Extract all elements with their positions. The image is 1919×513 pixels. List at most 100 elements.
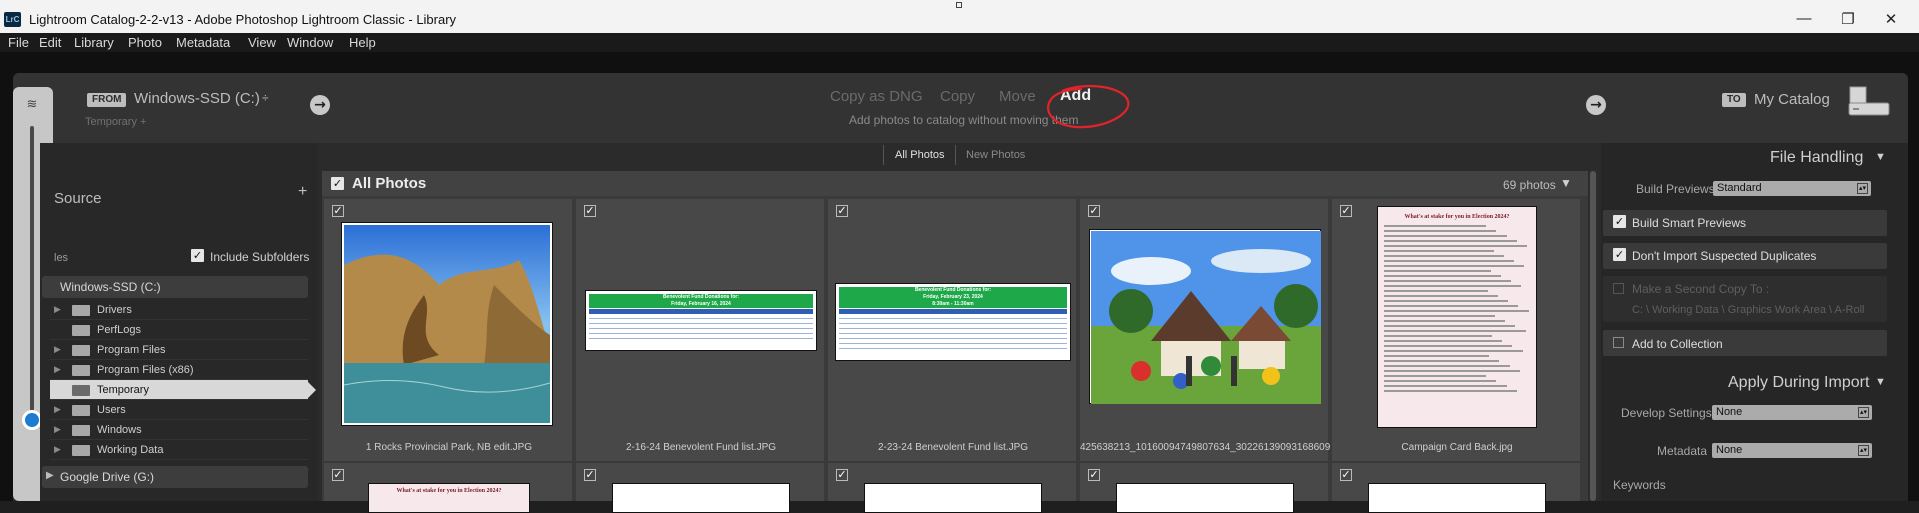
- tab-all-photos[interactable]: All Photos: [895, 149, 945, 161]
- menu-view[interactable]: View: [248, 35, 276, 50]
- photo-include-checkbox[interactable]: ✓: [332, 469, 344, 481]
- photo-thumbnail[interactable]: [612, 483, 790, 513]
- include-subfolders-label[interactable]: Include Subfolders: [210, 250, 309, 264]
- source-volume-caret[interactable]: ÷: [262, 91, 269, 105]
- photo-include-checkbox[interactable]: ✓: [584, 205, 596, 217]
- destination-name[interactable]: My Catalog: [1754, 91, 1830, 108]
- add-to-collection-label[interactable]: Add to Collection: [1632, 337, 1723, 351]
- minimize-button[interactable]: —: [1794, 10, 1814, 27]
- menu-help[interactable]: Help: [349, 35, 376, 50]
- restore-button[interactable]: ❐: [1838, 10, 1858, 28]
- dont-import-dupes-checkbox[interactable]: ✓: [1613, 248, 1626, 261]
- photo-include-checkbox[interactable]: ✓: [1340, 205, 1352, 217]
- expand-arrow-icon[interactable]: ▶: [54, 364, 61, 375]
- expand-arrow-icon[interactable]: ▶: [54, 424, 61, 435]
- apply-during-import-collapse-icon[interactable]: ▼: [1875, 376, 1886, 388]
- tab-new-photos[interactable]: New Photos: [966, 149, 1025, 161]
- slider-handle-icon[interactable]: ≋: [22, 97, 42, 111]
- dont-import-dupes-label[interactable]: Don't Import Suspected Duplicates: [1632, 249, 1816, 263]
- photo-cell[interactable]: ✓ 1 Rocks Provincial Park, NB edit.JPG: [324, 199, 574, 461]
- file-handling-title[interactable]: File Handling: [1770, 149, 1863, 167]
- second-copy-checkbox[interactable]: [1613, 283, 1624, 294]
- folder-row[interactable]: ▶ Program Files: [50, 340, 308, 360]
- mode-copy[interactable]: Copy: [940, 88, 975, 105]
- photo-cell[interactable]: ✓ 425638213_10160094749807634_30226139093…: [1080, 199, 1330, 461]
- photo-cell[interactable]: ✓: [828, 463, 1078, 513]
- menu-library[interactable]: Library: [74, 35, 114, 50]
- metadata-select[interactable]: None ▴▾: [1712, 443, 1872, 458]
- grid-scrollbar-thumb[interactable]: [1590, 171, 1596, 501]
- photo-include-checkbox[interactable]: ✓: [836, 205, 848, 217]
- photo-include-checkbox[interactable]: ✓: [836, 469, 848, 481]
- folder-row[interactable]: ▶ Program Files (x86): [50, 360, 308, 380]
- mode-copy-as-dng[interactable]: Copy as DNG: [830, 88, 923, 105]
- source-volume-name[interactable]: Windows-SSD (C:): [134, 90, 260, 107]
- expand-arrow-icon[interactable]: ▶: [54, 344, 61, 355]
- photo-thumbnail[interactable]: [1089, 229, 1321, 404]
- menu-window[interactable]: Window: [287, 35, 333, 50]
- photo-filename: 1 Rocks Provincial Park, NB edit.JPG: [365, 442, 533, 453]
- photo-include-checkbox[interactable]: ✓: [1088, 205, 1100, 217]
- photo-cell[interactable]: ✓: [1080, 463, 1330, 513]
- volume-google-drive[interactable]: ▶ Google Drive (G:): [42, 466, 308, 488]
- slider-track[interactable]: [30, 126, 34, 422]
- photo-thumbnail[interactable]: [1368, 483, 1546, 513]
- slider-knob[interactable]: [22, 410, 42, 430]
- menu-photo[interactable]: Photo: [128, 35, 162, 50]
- menu-file[interactable]: File: [8, 35, 29, 50]
- mode-move[interactable]: Move: [999, 88, 1036, 105]
- source-panel-title[interactable]: Source: [54, 190, 102, 207]
- second-copy-path[interactable]: C: \ Working Data \ Graphics Work Area \…: [1632, 304, 1865, 316]
- photo-thumbnail[interactable]: [1116, 483, 1294, 513]
- include-subfolders-checkbox[interactable]: ✓: [191, 249, 204, 262]
- metadata-label: Metadata: [1657, 444, 1708, 458]
- source-arrow-icon[interactable]: →: [310, 95, 330, 115]
- photo-cell[interactable]: ✓ Benevolent Fund Donations for: Friday, F…: [576, 199, 826, 461]
- photo-cell[interactable]: ✓: [576, 463, 826, 513]
- photo-thumbnail[interactable]: What's at stake for you in Election 2024…: [1377, 206, 1537, 428]
- file-handling-collapse-icon[interactable]: ▼: [1875, 151, 1886, 163]
- photo-cell[interactable]: ✓ What's at stake for you in Election 202…: [324, 463, 574, 513]
- folder-row[interactable]: ▶ Working Data: [50, 440, 308, 460]
- photo-thumbnail[interactable]: What's at stake for you in Election 2024…: [368, 483, 530, 513]
- photo-thumbnail[interactable]: [864, 483, 1042, 513]
- second-copy-label[interactable]: Make a Second Copy To :: [1632, 282, 1769, 296]
- apply-during-import-title[interactable]: Apply During Import: [1728, 374, 1869, 392]
- photo-thumbnail[interactable]: Benevolent Fund Donations for: Friday, Fe…: [835, 283, 1071, 361]
- photo-include-checkbox[interactable]: ✓: [1088, 469, 1100, 481]
- sort-menu-icon[interactable]: ▼: [1560, 176, 1572, 190]
- photo-thumbnail[interactable]: [341, 222, 553, 426]
- expand-arrow-icon[interactable]: ▶: [54, 444, 61, 455]
- menu-edit[interactable]: Edit: [39, 35, 61, 50]
- photo-thumbnail[interactable]: Benevolent Fund Donations for: Friday, Fe…: [585, 290, 817, 351]
- select-all-checkbox[interactable]: ✓: [331, 177, 344, 190]
- add-source-plus-icon[interactable]: +: [298, 183, 307, 201]
- destination-arrow-icon[interactable]: →: [1586, 95, 1606, 115]
- photo-include-checkbox[interactable]: ✓: [584, 469, 596, 481]
- folder-row[interactable]: Temporary: [50, 380, 308, 400]
- photo-include-checkbox[interactable]: ✓: [332, 205, 344, 217]
- sheet-header-line: Friday, February 23, 2024: [923, 294, 983, 300]
- develop-settings-select[interactable]: None ▴▾: [1712, 405, 1872, 420]
- photo-cell[interactable]: ✓: [1332, 463, 1582, 513]
- volume-expand-icon[interactable]: ▶: [46, 470, 54, 481]
- menu-metadata[interactable]: Metadata: [176, 35, 230, 50]
- volume-windows-ssd[interactable]: Windows-SSD (C:): [42, 276, 308, 298]
- folder-row[interactable]: PerfLogs: [50, 320, 308, 340]
- photo-cell[interactable]: ✓ What's at stake for you in Election 202…: [1332, 199, 1582, 461]
- build-smart-previews-label[interactable]: Build Smart Previews: [1632, 216, 1746, 230]
- photo-include-checkbox[interactable]: ✓: [1340, 469, 1352, 481]
- expand-arrow-icon[interactable]: ▶: [54, 304, 61, 315]
- folder-row[interactable]: ▶ Users: [50, 400, 308, 420]
- folder-row[interactable]: ▶ Drivers: [50, 300, 308, 320]
- photo-cell[interactable]: ✓ Benevolent Fund Donations for: Friday, F…: [828, 199, 1078, 461]
- select-caret-icon: ▴▾: [1858, 407, 1869, 418]
- folder-row[interactable]: ▶ Windows: [50, 420, 308, 440]
- expand-arrow-icon[interactable]: ▶: [54, 404, 61, 415]
- window-drag-grip-icon[interactable]: [956, 2, 962, 8]
- build-previews-select[interactable]: Standard ▴▾: [1713, 181, 1871, 196]
- photo-count: 69 photos: [1503, 178, 1556, 192]
- add-to-collection-checkbox[interactable]: [1613, 337, 1624, 348]
- close-button[interactable]: ✕: [1881, 10, 1901, 28]
- build-smart-previews-checkbox[interactable]: ✓: [1613, 215, 1626, 228]
